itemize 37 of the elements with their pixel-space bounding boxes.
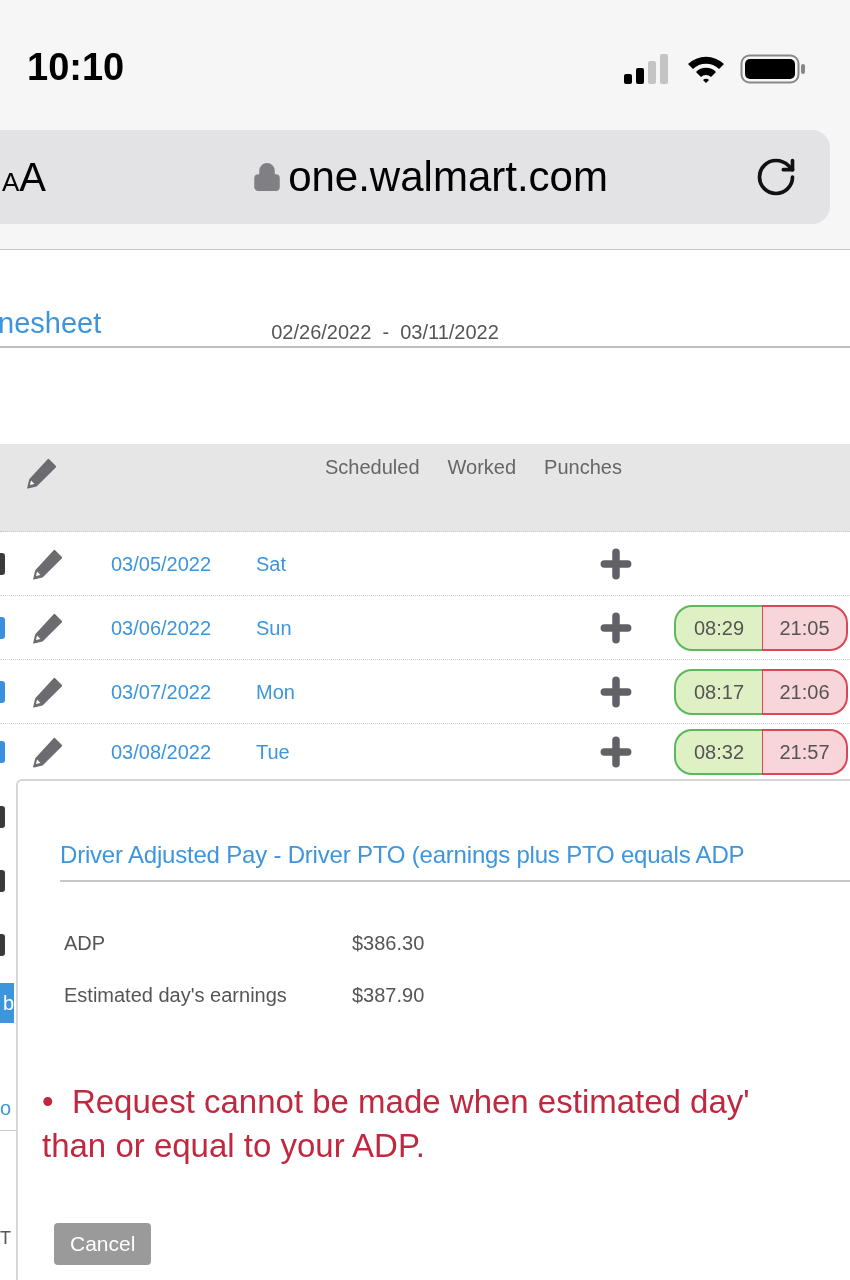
address-bar[interactable]: AA one.walmart.com: [0, 130, 830, 224]
weekday-link[interactable]: Sat: [256, 548, 596, 579]
page-title: nesheet: [0, 309, 102, 338]
wifi-icon: [686, 54, 726, 84]
text-size-button[interactable]: AA: [2, 157, 47, 197]
column-header: Scheduled: [325, 455, 420, 480]
punch-out-time[interactable]: 21:05: [762, 604, 848, 651]
column-header: Worked: [447, 455, 517, 480]
weekday-link[interactable]: Sun: [256, 612, 596, 643]
clock-time: 10:10: [27, 48, 125, 86]
cancel-button[interactable]: Cancel: [54, 1223, 152, 1265]
date-range: 02/26/2022 - 03/11/2022: [271, 322, 499, 342]
weekday-link[interactable]: Tue: [256, 736, 596, 767]
field-label: Estimated day's earnings: [64, 983, 288, 1008]
date-link[interactable]: 03/05/2022: [111, 548, 256, 579]
error-message: • Request cannot be made when estimated day' than or equal to your ADP.: [42, 1082, 750, 1166]
field-value: $387.90: [352, 983, 425, 1008]
date-link[interactable]: 03/08/2022: [111, 736, 256, 767]
column-header: Punches: [544, 455, 622, 480]
punch-in-time[interactable]: 08:17: [674, 668, 762, 715]
field-label: ADP: [64, 931, 107, 956]
partial-button[interactable]: b: [0, 983, 14, 1023]
dialog-title: Driver Adjusted Pay - Driver PTO (earnings plus PTO equals ADP: [60, 841, 745, 868]
weekday-link[interactable]: Mon: [256, 676, 596, 707]
lock-icon: [252, 162, 283, 192]
punch-in-time[interactable]: 08:29: [674, 604, 762, 651]
url-text[interactable]: one.walmart.com: [288, 156, 608, 198]
partial-link[interactable]: o: [0, 1098, 16, 1118]
date-link[interactable]: 03/06/2022: [111, 612, 256, 643]
punch-in-time[interactable]: 08:32: [674, 728, 762, 775]
edit-all-pencil-icon[interactable]: [25, 456, 59, 490]
date-link[interactable]: 03/07/2022: [111, 676, 256, 707]
field-value: $386.30: [352, 931, 425, 956]
partial-footer-text: T: [0, 1229, 12, 1247]
punch-out-time[interactable]: 21:06: [762, 668, 848, 715]
punch-out-time[interactable]: 21:57: [762, 728, 848, 775]
battery-icon: [740, 54, 806, 84]
